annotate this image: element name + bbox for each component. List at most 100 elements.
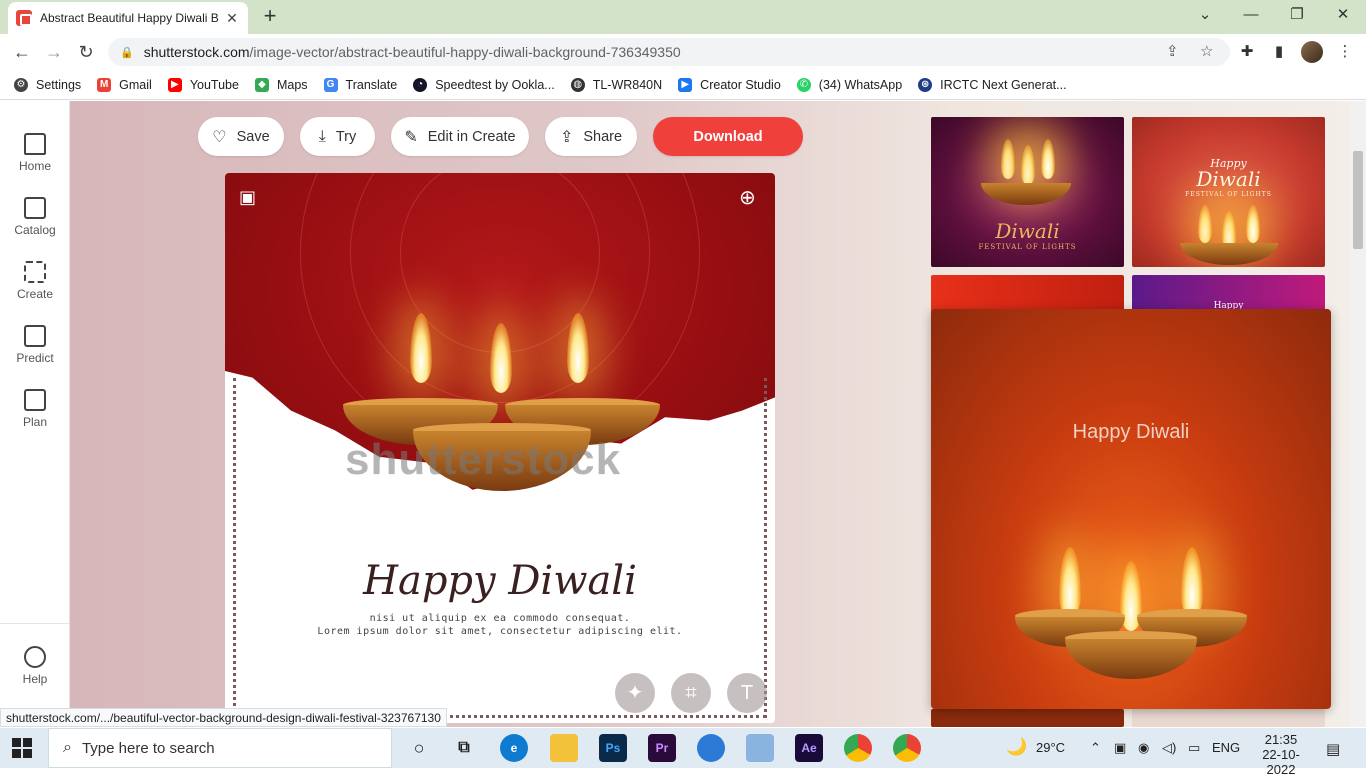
save-button[interactable]: ♡ Save	[198, 117, 284, 156]
text-tool-icon[interactable]: T	[727, 673, 767, 713]
forward-button[interactable]: →	[42, 40, 66, 64]
bookmark-whatsapp[interactable]: ✆ (34) WhatsApp	[796, 77, 902, 92]
back-button[interactable]: ←	[10, 40, 34, 64]
magic-wand-icon[interactable]: ✦	[615, 673, 655, 713]
extensions-puzzle-icon[interactable]: ✚	[1236, 42, 1258, 60]
address-bar[interactable]: 🔒 shutterstock.com/image-vector/abstract…	[108, 38, 1230, 66]
thumbnail-1[interactable]: Diwali FESTIVAL OF LIGHTS	[931, 117, 1124, 267]
bookmark-youtube[interactable]: ▶ YouTube	[167, 77, 239, 92]
cortana-icon[interactable]: ○	[405, 734, 433, 762]
bookmark-tl-wr840n[interactable]: ◍ TL-WR840N	[570, 77, 662, 92]
bookmark-irctc[interactable]: ⊛ IRCTC Next Generat...	[918, 77, 1067, 92]
scrollbar-thumb[interactable]	[1353, 151, 1363, 249]
thumbnail-2[interactable]: Happy Diwali FESTIVAL OF LIGHTS	[1132, 117, 1325, 267]
speedtest-icon: ◔	[413, 77, 428, 92]
nav-home[interactable]: Home	[0, 133, 70, 173]
task-view-icon[interactable]: ⧉	[450, 734, 478, 762]
search-icon: ⌕	[63, 739, 72, 756]
notifications-icon[interactable]: ▤	[1326, 740, 1340, 758]
image-heading: Happy Diwali	[363, 558, 637, 604]
catalog-icon	[24, 197, 46, 219]
tab-close-icon[interactable]: ✕	[224, 10, 240, 27]
edit-icon: ✎	[404, 128, 418, 146]
create-icon	[24, 261, 46, 283]
youtube-icon: ▶	[167, 77, 182, 92]
bookmark-creator-studio[interactable]: ▶ Creator Studio	[678, 77, 781, 92]
laptop-app-icon[interactable]	[746, 734, 774, 762]
translate-icon: G	[323, 77, 338, 92]
nav-predict[interactable]: Predict	[0, 325, 70, 365]
nav-help[interactable]: Help	[0, 646, 70, 686]
nav-plan[interactable]: Plan	[0, 389, 70, 429]
taskbar-search[interactable]: ⌕ Type here to search	[48, 728, 392, 768]
moon-weather-icon[interactable]: 🌙	[1006, 737, 1027, 757]
download-button[interactable]: Download	[653, 117, 803, 156]
image-icon[interactable]: ▣	[239, 187, 256, 208]
battery-icon[interactable]: ▭	[1188, 740, 1200, 756]
windows-start-icon[interactable]	[12, 738, 32, 758]
volume-icon[interactable]: ◁)	[1162, 740, 1176, 756]
profile-avatar[interactable]	[1301, 41, 1323, 63]
link-status-bar: shutterstock.com/.../beautiful-vector-ba…	[0, 708, 447, 727]
network-icon[interactable]: ◉	[1138, 740, 1149, 756]
edit-in-create-button[interactable]: ✎ Edit in Create	[391, 117, 529, 156]
url-domain: shutterstock.com	[143, 44, 250, 60]
close-window-button[interactable]: ✕	[1320, 4, 1366, 26]
restore-button[interactable]: ❐	[1274, 4, 1320, 26]
globe-icon: ◍	[570, 77, 585, 92]
windows-taskbar: ⌕ Type here to search ○ ⧉ e Ps Pr Ae 🌙 2…	[0, 728, 1366, 777]
zoom-in-icon[interactable]: ⊕	[739, 185, 756, 210]
page-scrollbar[interactable]	[1350, 101, 1366, 727]
try-button[interactable]: ⤓ Try	[300, 117, 375, 156]
bookmark-settings[interactable]: ⚙ Settings	[14, 77, 81, 92]
new-tab-button[interactable]: +	[258, 5, 282, 29]
bookmark-gmail[interactable]: M Gmail	[97, 77, 152, 92]
clock[interactable]: 21:35 22-10-2022	[1251, 732, 1311, 777]
bookmark-star-icon[interactable]: ☆	[1200, 42, 1213, 60]
reload-button[interactable]: ↻	[74, 40, 98, 64]
gear-icon: ⚙	[14, 77, 28, 92]
browser-toolbar: ← → ↻ 🔒 shutterstock.com/image-vector/ab…	[0, 34, 1366, 70]
nav-create[interactable]: Create	[0, 261, 70, 301]
language-indicator[interactable]: ENG	[1212, 740, 1240, 755]
help-icon	[24, 646, 46, 668]
side-panel-icon[interactable]: ▮	[1268, 42, 1290, 60]
photoshop-icon[interactable]: Ps	[599, 734, 627, 762]
share-button[interactable]: ⇪ Share	[545, 117, 637, 156]
chrome-profile-icon[interactable]	[893, 734, 921, 762]
image-text-line-1: nisi ut aliquip ex ea commodo consequat.	[369, 613, 631, 624]
menu-kebab-icon[interactable]: ⋮	[1334, 42, 1356, 60]
share-page-icon[interactable]: ⇪	[1166, 42, 1179, 60]
irctc-icon: ⊛	[918, 77, 933, 92]
bookmark-translate[interactable]: G Translate	[323, 77, 397, 92]
whatsapp-icon: ✆	[796, 77, 811, 92]
browser-tab[interactable]: Abstract Beautiful Happy Diwali B ✕	[8, 2, 248, 34]
edge-icon[interactable]: e	[500, 734, 528, 762]
lock-icon[interactable]: 🔒	[120, 46, 134, 59]
bookmark-speedtest[interactable]: ◔ Speedtest by Ookla...	[413, 77, 555, 92]
gmail-icon: M	[97, 77, 112, 92]
watermark: shutterstock	[345, 435, 622, 484]
chevron-down-icon[interactable]: ⌄	[1182, 4, 1228, 26]
chrome-icon[interactable]	[844, 734, 872, 762]
minimize-button[interactable]: —	[1228, 4, 1274, 26]
creator-studio-icon: ▶	[678, 77, 693, 92]
image-text-line-2: Lorem ipsum dolor sit amet, consectetur …	[317, 626, 683, 637]
url-path: /image-vector/abstract-beautiful-happy-d…	[249, 44, 681, 60]
nav-catalog[interactable]: Catalog	[0, 197, 70, 237]
thumbnail-5[interactable]	[931, 709, 1124, 727]
after-effects-icon[interactable]: Ae	[795, 734, 823, 762]
bookmark-maps[interactable]: ◆ Maps	[254, 77, 308, 92]
app-icon[interactable]	[697, 734, 725, 762]
tray-chevron-up-icon[interactable]: ⌃	[1090, 740, 1101, 756]
main-image[interactable]: shutterstock Happy Diwali nisi ut aliqui…	[225, 173, 775, 723]
preview-heading: Happy Diwali	[1072, 421, 1190, 443]
premiere-icon[interactable]: Pr	[648, 734, 676, 762]
tray-app-icon[interactable]: ▣	[1114, 740, 1126, 756]
thumbnail-6[interactable]	[1132, 709, 1325, 727]
crop-icon[interactable]: ⌗	[671, 673, 711, 713]
weather-temp[interactable]: 29°C	[1036, 740, 1065, 755]
left-nav: Home Catalog Create Predict Plan Help	[0, 101, 70, 727]
hover-preview[interactable]: Happy Diwali	[931, 309, 1331, 709]
file-explorer-icon[interactable]	[550, 734, 578, 762]
